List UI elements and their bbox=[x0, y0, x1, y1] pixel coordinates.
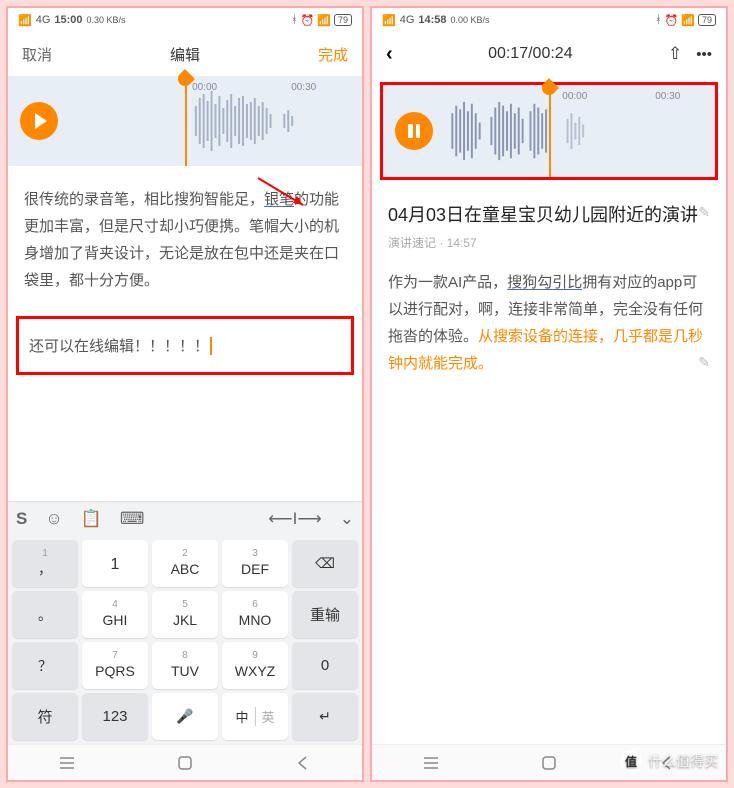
edit-input-box[interactable]: 还可以在线编辑！！！！！ bbox=[16, 316, 354, 375]
speed-label: 0.30 KB/s bbox=[87, 15, 126, 25]
play-icon bbox=[35, 113, 47, 129]
key-1[interactable]: 1 bbox=[82, 540, 148, 587]
time-marker-2: 00:30 bbox=[291, 82, 316, 93]
key-period[interactable]: 。 bbox=[12, 591, 78, 638]
content-area: 04月03日在童星宝贝幼儿园附近的演讲 ✎ 演讲速记 · 14:57 作为一款A… bbox=[372, 190, 726, 389]
key-pqrs[interactable]: 7PQRS bbox=[82, 642, 148, 689]
status-bar: 📶 4G 15:00 0.30 KB/s ᚼ ⏰ 📶 79 bbox=[8, 8, 362, 32]
nav-home-icon[interactable] bbox=[176, 754, 194, 772]
underlined-word[interactable]: 搜狗勾引比 bbox=[507, 274, 582, 291]
left-phone-screenshot: 📶 4G 15:00 0.30 KB/s ᚼ ⏰ 📶 79 取消 编辑 完成 bbox=[6, 6, 364, 782]
system-nav-bar bbox=[8, 744, 362, 780]
playback-timer: 00:17/00:24 bbox=[488, 45, 573, 63]
keyboard-grid: 1， 1 2ABC 3DEF ⌫ 。 4GHI 5JKL 6MNO 重输 ？ 7… bbox=[8, 536, 362, 744]
mic-icon: 🎤 bbox=[176, 708, 193, 725]
clipboard-icon[interactable]: 📋 bbox=[81, 509, 102, 529]
speed-label: 0.00 KB/s bbox=[451, 15, 490, 25]
signal-icon: 📶 bbox=[382, 14, 396, 27]
edit-text: 还可以在线编辑！！！！！ bbox=[29, 335, 209, 356]
nav-back-icon[interactable] bbox=[294, 754, 312, 772]
text-cursor bbox=[210, 337, 212, 355]
edit-title-icon[interactable]: ✎ bbox=[698, 202, 710, 223]
annotation-arrow bbox=[253, 173, 313, 213]
waveform-area[interactable]: 00:00 00:30 bbox=[8, 76, 362, 166]
edit-text-icon[interactable]: ✎ bbox=[698, 350, 710, 375]
waveform-area[interactable]: 00:00 00:30 bbox=[380, 82, 718, 180]
key-jkl[interactable]: 5JKL bbox=[152, 591, 218, 638]
key-wxyz[interactable]: 9WXYZ bbox=[222, 642, 288, 689]
page-title: 编辑 bbox=[170, 44, 200, 65]
key-mic[interactable]: 🎤 bbox=[152, 693, 218, 740]
paragraph-text: 很传统的录音笔，相比搜狗智能足， bbox=[24, 191, 264, 208]
battery-icon: 79 bbox=[698, 14, 716, 26]
key-123[interactable]: 123 bbox=[82, 693, 148, 740]
wifi-icon: 📶 bbox=[681, 14, 695, 27]
back-button[interactable]: ‹ bbox=[386, 43, 393, 66]
transcript-text[interactable]: 作为一款AI产品，搜狗勾引比拥有对应的app可以进行配对，啊，连接非常简单，完全… bbox=[388, 269, 710, 377]
wifi-icon: 📶 bbox=[317, 14, 331, 27]
key-abc[interactable]: 2ABC bbox=[152, 540, 218, 587]
nav-menu-icon[interactable] bbox=[422, 754, 440, 772]
time-label: 14:58 bbox=[418, 14, 446, 26]
key-def[interactable]: 3DEF bbox=[222, 540, 288, 587]
time-marker-1: 00:00 bbox=[562, 91, 587, 102]
key-retype[interactable]: 重输 bbox=[292, 591, 358, 638]
right-phone-screenshot: 📶 4G 14:58 0.00 KB/s ᚼ ⏰ 📶 79 ‹ 00:17/00… bbox=[370, 6, 728, 782]
nav-menu-icon[interactable] bbox=[58, 754, 76, 772]
bluetooth-icon: ᚼ bbox=[291, 14, 298, 26]
key-question[interactable]: ？ bbox=[12, 642, 78, 689]
status-bar: 📶 4G 14:58 0.00 KB/s ᚼ ⏰ 📶 79 bbox=[372, 8, 726, 32]
nav-bar: ‹ 00:17/00:24 ⇧ ••• bbox=[372, 32, 726, 76]
key-ghi[interactable]: 4GHI bbox=[82, 591, 148, 638]
recording-title: 04月03日在童星宝贝幼儿园附近的演讲 ✎ bbox=[388, 202, 710, 229]
key-lang-toggle[interactable]: 中英 bbox=[222, 693, 288, 740]
key-tuv[interactable]: 8TUV bbox=[152, 642, 218, 689]
key-mno[interactable]: 6MNO bbox=[222, 591, 288, 638]
key-symbol[interactable]: 符 bbox=[12, 693, 78, 740]
carrier-label: 4G bbox=[36, 14, 51, 26]
battery-icon: 79 bbox=[334, 14, 352, 26]
alarm-icon: ⏰ bbox=[665, 14, 679, 27]
nav-home-icon[interactable] bbox=[540, 754, 558, 772]
keyboard-icon[interactable]: ⌨ bbox=[120, 509, 145, 529]
time-marker-1: 00:00 bbox=[192, 82, 217, 93]
recording-subtitle: 演讲速记 · 14:57 bbox=[388, 233, 710, 255]
signal-icon: 📶 bbox=[18, 14, 32, 27]
expand-icon[interactable]: ⟵I⟶ bbox=[268, 509, 321, 529]
done-button[interactable]: 完成 bbox=[318, 44, 348, 65]
carrier-label: 4G bbox=[400, 14, 415, 26]
pause-button[interactable] bbox=[395, 112, 433, 150]
keyboard-toolbar: S ☺ 📋 ⌨ ⟵I⟶ ⌄ bbox=[8, 502, 362, 536]
alarm-icon: ⏰ bbox=[301, 14, 315, 27]
watermark-text: 什么值得买 bbox=[648, 751, 718, 771]
watermark-badge-icon: 值 bbox=[620, 750, 642, 772]
key-comma[interactable]: 1， bbox=[12, 540, 78, 587]
backspace-icon: ⌫ bbox=[315, 555, 335, 572]
more-icon[interactable]: ••• bbox=[696, 46, 712, 63]
play-button[interactable] bbox=[20, 102, 58, 140]
logo-icon[interactable]: S bbox=[16, 509, 27, 529]
watermark: 值 什么值得买 bbox=[620, 750, 718, 772]
bluetooth-icon: ᚼ bbox=[655, 14, 662, 26]
pause-icon bbox=[408, 124, 420, 138]
key-enter[interactable]: ↵ bbox=[292, 693, 358, 740]
enter-icon: ↵ bbox=[319, 708, 331, 725]
text-segment: 作为一款AI产品， bbox=[388, 274, 507, 291]
emoji-icon[interactable]: ☺ bbox=[45, 509, 62, 529]
key-backspace[interactable]: ⌫ bbox=[292, 540, 358, 587]
share-icon[interactable]: ⇧ bbox=[668, 44, 682, 64]
cancel-button[interactable]: 取消 bbox=[22, 44, 52, 65]
time-label: 15:00 bbox=[54, 14, 82, 26]
key-zero[interactable]: 0 bbox=[292, 642, 358, 689]
time-marker-2: 00:30 bbox=[655, 91, 680, 102]
collapse-icon[interactable]: ⌄ bbox=[340, 509, 354, 529]
keyboard: S ☺ 📋 ⌨ ⟵I⟶ ⌄ 1， 1 2ABC 3DEF ⌫ 。 4GHI 5J… bbox=[8, 501, 362, 744]
